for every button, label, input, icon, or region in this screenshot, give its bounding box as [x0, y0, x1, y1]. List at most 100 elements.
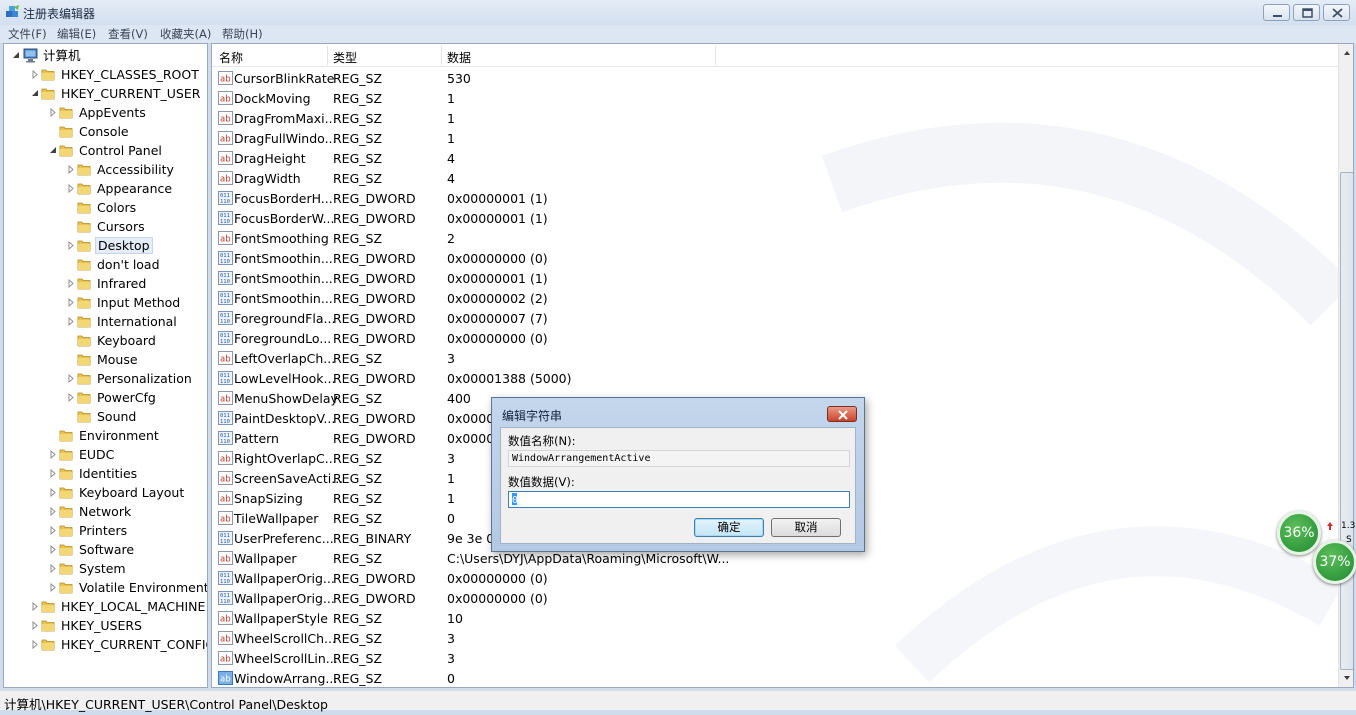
collapsed-arrow-icon[interactable] [31, 621, 39, 630]
svg-text:ab: ab [220, 395, 231, 405]
collapsed-arrow-icon[interactable] [31, 602, 39, 611]
collapsed-arrow-icon[interactable] [49, 469, 57, 478]
collapsed-arrow-icon[interactable] [67, 165, 75, 174]
computer-icon [23, 48, 38, 63]
value-name: RightOverlapC... [234, 451, 337, 466]
table-row[interactable]: 011 110 ForegroundFla... REG_DWORD 0x0000000… [212, 308, 1338, 328]
menu-favorites[interactable]: 收藏夹(A) [160, 26, 211, 42]
maximize-button[interactable] [1293, 4, 1320, 21]
usage-gauge-bottom[interactable]: 37% [1313, 540, 1356, 584]
scroll-thumb[interactable] [1340, 172, 1353, 670]
collapsed-arrow-icon[interactable] [31, 70, 39, 79]
value-type: REG_SZ [333, 471, 383, 486]
ok-button[interactable]: 确定 [694, 518, 764, 537]
collapsed-arrow-icon[interactable] [49, 488, 57, 497]
column-divider[interactable] [327, 46, 328, 65]
column-divider[interactable] [715, 46, 716, 65]
registry-tree[interactable]: 计算机 HKEY_CLASSES_ROOT HKEY_CURRENT_USER Ap… [3, 43, 208, 688]
table-row[interactable]: 011 110 FontSmoothin... REG_DWORD 0x00000000… [212, 248, 1338, 268]
dialog-close-button[interactable] [827, 406, 857, 422]
table-row[interactable]: ab LeftOverlapCh... REG_SZ 3 [212, 348, 1338, 368]
table-row[interactable]: ab DragFromMaxi... REG_SZ 1 [212, 108, 1338, 128]
column-type[interactable]: 类型 [333, 49, 357, 66]
binary-value-icon: 011110 [218, 251, 233, 265]
value-data: 0 [447, 671, 455, 686]
collapsed-arrow-icon[interactable] [49, 108, 57, 117]
value-name: FocusBorderH... [234, 191, 333, 206]
close-button[interactable] [1323, 4, 1350, 21]
column-name[interactable]: 名称 [219, 49, 243, 66]
collapsed-arrow-icon[interactable] [49, 583, 57, 592]
binary-value-icon: 011110 [218, 371, 233, 385]
collapsed-arrow-icon[interactable] [31, 640, 39, 649]
value-type: REG_DWORD [333, 431, 416, 446]
value-type: REG_SZ [333, 151, 383, 166]
collapsed-arrow-icon[interactable] [67, 241, 75, 250]
tree-item-label: Mouse [97, 352, 138, 367]
table-row[interactable]: 011 110 WallpaperOrig... REG_DWORD 0x0000000… [212, 588, 1338, 608]
menu-file[interactable]: 文件(F) [8, 26, 47, 42]
expanded-arrow-icon[interactable] [12, 51, 20, 60]
scroll-down-icon[interactable] [1342, 673, 1352, 683]
value-name-field[interactable]: WindowArrangementActive [508, 450, 850, 467]
value-type: REG_DWORD [333, 211, 416, 226]
expanded-arrow-icon[interactable] [31, 89, 39, 98]
value-data: 1 [447, 91, 455, 106]
collapsed-arrow-icon[interactable] [67, 374, 75, 383]
vertical-scrollbar[interactable] [1338, 44, 1353, 687]
value-data: 0x00000002 (2) [447, 291, 548, 306]
value-type: REG_SZ [333, 551, 383, 566]
table-row[interactable]: 011 110 FocusBorderW... REG_DWORD 0x00000001… [212, 208, 1338, 228]
collapsed-arrow-icon[interactable] [49, 564, 57, 573]
collapsed-arrow-icon[interactable] [67, 279, 75, 288]
table-row[interactable]: 011 110 ForegroundLo... REG_DWORD 0x00000000… [212, 328, 1338, 348]
collapsed-arrow-icon[interactable] [67, 393, 75, 402]
folder-icon [77, 240, 91, 252]
collapsed-arrow-icon[interactable] [49, 526, 57, 535]
table-row[interactable]: ab FontSmoothing REG_SZ 2 [212, 228, 1338, 248]
value-name: ForegroundLo... [234, 331, 332, 346]
expanded-arrow-icon[interactable] [49, 146, 57, 155]
value-data-field[interactable]: 0 [508, 491, 850, 508]
menu-view[interactable]: 查看(V) [108, 26, 148, 42]
tree-item-label: HKEY_CLASSES_ROOT [61, 67, 199, 82]
cancel-button[interactable]: 取消 [771, 518, 841, 537]
table-row[interactable]: ab DragFullWindo... REG_SZ 1 [212, 128, 1338, 148]
collapsed-arrow-icon[interactable] [67, 317, 75, 326]
collapsed-arrow-icon[interactable] [67, 298, 75, 307]
menu-help[interactable]: 帮助(H) [222, 26, 263, 42]
value-name: WallpaperOrig... [234, 591, 335, 606]
table-row[interactable]: 011 110 FontSmoothin... REG_DWORD 0x00000001… [212, 268, 1338, 288]
table-row[interactable]: ab DockMoving REG_SZ 1 [212, 88, 1338, 108]
collapsed-arrow-icon[interactable] [49, 545, 57, 554]
table-row[interactable]: 011 110 WallpaperOrig... REG_DWORD 0x0000000… [212, 568, 1338, 588]
table-row[interactable]: ab CursorBlinkRate REG_SZ 530 [212, 68, 1338, 88]
table-row[interactable]: ab DragWidth REG_SZ 4 [212, 168, 1338, 188]
column-data[interactable]: 数据 [447, 49, 471, 66]
collapsed-arrow-icon[interactable] [49, 507, 57, 516]
scroll-up-icon[interactable] [1342, 48, 1352, 58]
value-type: REG_SZ [333, 511, 383, 526]
table-row[interactable]: ab WindowArrang... REG_SZ 0 [212, 668, 1338, 687]
value-name: LowLevelHook... [234, 371, 336, 386]
table-row[interactable]: ab WheelScrollLin... REG_SZ 3 [212, 648, 1338, 668]
value-type: REG_DWORD [333, 411, 416, 426]
table-row[interactable]: 011 110 FontSmoothin... REG_DWORD 0x00000002… [212, 288, 1338, 308]
column-divider[interactable] [441, 46, 442, 65]
svg-text:ab: ab [220, 75, 231, 85]
table-row[interactable]: ab DragHeight REG_SZ 4 [212, 148, 1338, 168]
minimize-button[interactable] [1263, 4, 1290, 21]
table-row[interactable]: ab WallpaperStyle REG_SZ 10 [212, 608, 1338, 628]
collapsed-arrow-icon[interactable] [49, 450, 57, 459]
binary-value-icon: 011110 [218, 211, 233, 225]
table-row[interactable]: ab WheelScrollCh... REG_SZ 3 [212, 628, 1338, 648]
tree-item-label: Accessibility [97, 162, 174, 177]
table-row[interactable]: 011 110 LowLevelHook... REG_DWORD 0x00001388… [212, 368, 1338, 388]
values-list[interactable]: 名称 类型 数据 ab CursorBlinkRate REG_SZ 530 ab Doc… [211, 43, 1354, 688]
collapsed-arrow-icon[interactable] [67, 184, 75, 193]
menu-edit[interactable]: 编辑(E) [57, 26, 96, 42]
table-row[interactable]: 011 110 FocusBorderH... REG_DWORD 0x00000001… [212, 188, 1338, 208]
value-data: 3 [447, 351, 455, 366]
usage-gauge-top[interactable]: 36% [1277, 511, 1321, 555]
tree-item-label: HKEY_CURRENT_CONFIG [61, 637, 208, 652]
